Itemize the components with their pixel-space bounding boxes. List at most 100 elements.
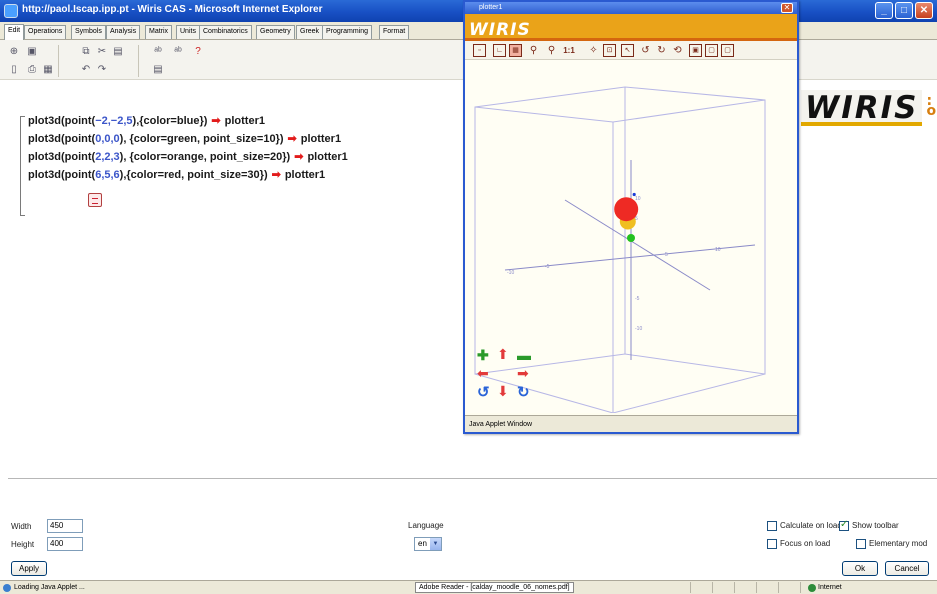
help-icon[interactable]: ? xyxy=(192,46,204,58)
cube-edge xyxy=(474,106,614,123)
grid-icon[interactable]: ▣ xyxy=(689,44,702,57)
tab-operations[interactable]: Operations xyxy=(24,25,67,39)
zoom-out-icon[interactable]: ⚲ xyxy=(545,44,558,57)
zoom-minus-icon[interactable]: ▬ xyxy=(517,347,531,363)
plotter-close-button[interactable]: ✕ xyxy=(781,3,793,13)
copy-icon[interactable]: ⧉ xyxy=(80,46,92,58)
status-text: Loading Java Applet ... xyxy=(14,584,85,591)
apply-button[interactable]: Apply xyxy=(11,561,47,576)
paste-icon[interactable]: ▤ xyxy=(112,46,124,58)
zoom-plus-icon[interactable]: ✚ xyxy=(477,347,489,364)
box-icon[interactable]: ▦ xyxy=(509,44,522,57)
tab-format[interactable]: Format xyxy=(379,25,410,39)
svg-text:10: 10 xyxy=(715,247,721,253)
tab-symbols[interactable]: Symbols xyxy=(71,25,106,39)
language-value: en xyxy=(418,539,427,548)
taskbar-hint[interactable]: Adobe Reader - [calday_moodle_06_nomes.p… xyxy=(415,582,574,593)
export-icon[interactable]: ▢ xyxy=(705,44,718,57)
redo-icon[interactable]: ↷ xyxy=(96,64,108,76)
width-input[interactable]: 450 xyxy=(47,519,83,533)
code-line-2[interactable]: plot3d(point(0,0,0), {color=green, point… xyxy=(28,132,341,145)
worksheet[interactable]: plot3d(point(−2,−2,5),{color=blue}) ➡ plot… xyxy=(8,104,463,224)
divider xyxy=(8,478,937,479)
arrow-right-icon: ➡ xyxy=(287,133,297,145)
arrow-right-icon[interactable]: ➡ xyxy=(517,365,529,382)
zoom-1to1-icon[interactable]: 1:1 xyxy=(561,44,577,57)
height-input[interactable]: 400 xyxy=(47,537,83,551)
maximize-button[interactable]: □ xyxy=(895,2,913,19)
plot-point-blue xyxy=(632,192,636,197)
code-options: ), {color=orange, point_size=20}) xyxy=(119,151,291,163)
language-label: Language xyxy=(408,521,444,530)
width-label: Width xyxy=(11,522,32,531)
refresh-icon[interactable]: ↻ xyxy=(655,44,668,57)
code-options: ), {color=green, point_size=10}) xyxy=(119,133,284,145)
settings-icon[interactable]: ▢ xyxy=(721,44,734,57)
rotate-right-icon[interactable]: ↻ xyxy=(517,383,530,401)
elementary-label: Elementary mod xyxy=(869,539,928,548)
code-cmd: plot3d(point( xyxy=(28,169,96,181)
elementary-checkbox[interactable] xyxy=(856,539,866,549)
code-args: 2,2,3 xyxy=(95,151,120,163)
calc-on-load-checkbox[interactable] xyxy=(767,521,777,531)
page-loading-icon xyxy=(3,584,11,592)
window-icon[interactable]: ▫ xyxy=(473,44,486,57)
arrow-down-icon[interactable]: ⬇ xyxy=(497,383,509,400)
tab-greek[interactable]: Greek xyxy=(296,25,324,39)
calculate-button[interactable] xyxy=(88,193,102,207)
plotter-window: plotter1 ✕ WIRIS ▫ ∟ ▦ ⚲ ⚲ 1:1 ✧ ⊡ ↖ ↺ ↻… xyxy=(463,0,799,434)
plotter-brand-bar: WIRIS xyxy=(465,14,797,41)
code-line-1[interactable]: plot3d(point(−2,−2,5),{color=blue}) ➡ plot… xyxy=(28,114,265,127)
rotate-icon[interactable]: ✧ xyxy=(587,44,600,57)
preview-icon[interactable]: ▦ xyxy=(42,64,54,76)
tab-analysis[interactable]: Analysis xyxy=(106,25,141,39)
language-select[interactable]: en ▼ xyxy=(414,537,442,551)
arrow-up-icon[interactable]: ⬆ xyxy=(497,346,509,363)
block-bracket xyxy=(20,116,25,216)
tab-combinatorics[interactable]: Combinatorics xyxy=(199,25,252,39)
new-icon[interactable]: ⊕ xyxy=(8,46,20,58)
open-icon[interactable]: ▯ xyxy=(8,64,20,76)
axes-icon[interactable]: ∟ xyxy=(493,44,506,57)
save-icon[interactable]: ▣ xyxy=(26,46,38,58)
print-icon[interactable]: ⎙ xyxy=(26,64,38,76)
redo-icon[interactable]: ↺ xyxy=(639,44,652,57)
calculate-icon[interactable]: ▤ xyxy=(152,64,164,76)
plotter-title: plotter1 xyxy=(479,4,503,11)
undo-icon[interactable]: ↶ xyxy=(80,64,92,76)
fit-icon[interactable]: ⊡ xyxy=(603,44,616,57)
arrow-left-icon[interactable]: ⬅ xyxy=(477,365,489,382)
code-target: plotter1 xyxy=(300,133,342,145)
code-line-3[interactable]: plot3d(point(2,2,3), {color=orange, poin… xyxy=(28,150,348,163)
tab-programming[interactable]: Programming xyxy=(322,25,373,39)
frame-icon[interactable]: ⟲ xyxy=(671,44,684,57)
svg-text:10: 10 xyxy=(635,196,641,202)
select-icon[interactable]: ↖ xyxy=(621,44,634,57)
tab-edit[interactable]: Edit xyxy=(4,24,25,40)
code-line-4[interactable]: plot3d(point(6,5,6),{color=red, point_si… xyxy=(28,168,325,181)
tab-matrix[interactable]: Matrix xyxy=(145,25,173,39)
zoom-in-icon[interactable]: ⚲ xyxy=(527,44,540,57)
ie-icon xyxy=(4,4,18,18)
code-target: plotter1 xyxy=(224,115,265,127)
ok-button[interactable]: Ok xyxy=(842,561,878,576)
height-label: Height xyxy=(11,540,35,549)
navigation-pad: ✚ ⬆ ▬ ⬅ ➡ ↺ ⬇ ↻ xyxy=(475,346,535,407)
cancel-button[interactable]: Cancel xyxy=(885,561,929,576)
tab-geometry[interactable]: Geometry xyxy=(256,25,295,39)
close-button[interactable]: ✕ xyxy=(915,2,933,19)
tab-units[interactable]: Units xyxy=(176,25,200,39)
wiris-logo: WIRIS :o xyxy=(801,90,936,126)
focus-on-load-checkbox[interactable] xyxy=(767,539,777,549)
format-ab-icon[interactable]: ᵃᵇ xyxy=(152,46,164,58)
minimize-button[interactable]: _ xyxy=(875,2,893,19)
cube-outline xyxy=(474,86,766,375)
rotate-left-icon[interactable]: ↺ xyxy=(477,383,490,401)
show-toolbar-checkbox[interactable] xyxy=(839,519,849,531)
cut-icon[interactable]: ✂ xyxy=(96,46,108,58)
format-ab2-icon[interactable]: ᵃᵇ xyxy=(172,46,184,58)
plot-area[interactable]: -10 -5 5 10 10 5 -5 -10 ✚ ⬆ ▬ ⬅ ➡ ↺ ⬇ ↻ xyxy=(465,60,797,414)
cube-edge xyxy=(612,373,766,414)
arrow-right-icon: ➡ xyxy=(271,169,281,181)
plotter-title-bar: plotter1 ✕ xyxy=(465,2,797,14)
